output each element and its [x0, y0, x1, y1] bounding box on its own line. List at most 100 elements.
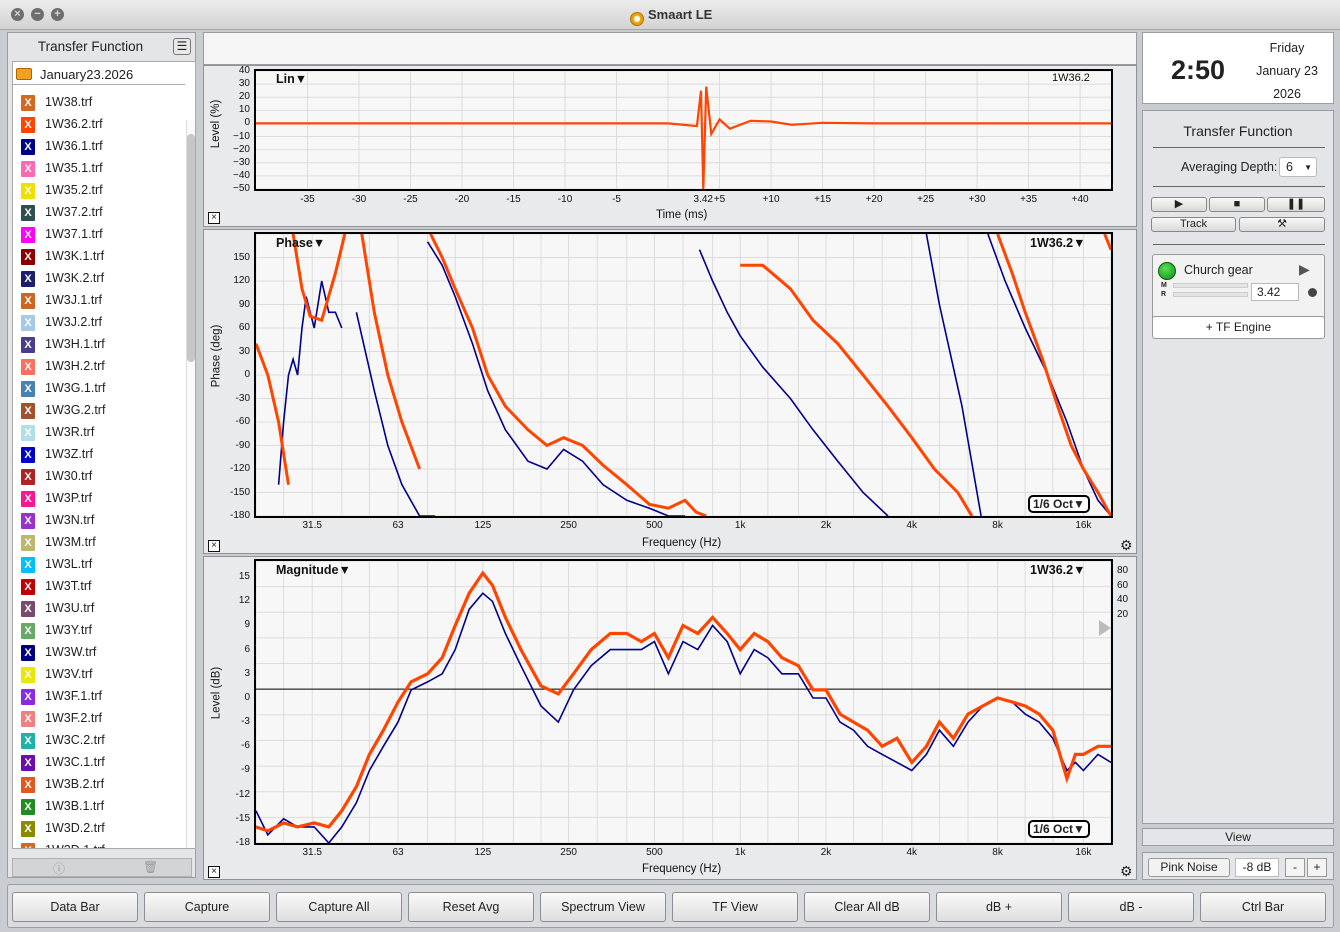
- file-list-item[interactable]: X 1W3C.2.trf: [21, 730, 186, 752]
- file-list-item[interactable]: X 1W3T.trf: [21, 576, 186, 598]
- level-increase-button[interactable]: +: [1307, 858, 1327, 877]
- magnitude-smoothing-dropdown[interactable]: 1/6 Oct▼: [1028, 820, 1090, 838]
- tf-view-button[interactable]: TF View: [672, 892, 798, 922]
- measurement-status-led-icon[interactable]: [1158, 262, 1176, 280]
- close-plot-icon[interactable]: ×: [208, 866, 220, 878]
- file-list-item[interactable]: X 1W37.1.trf: [21, 224, 186, 246]
- y-tick-label: -9: [241, 764, 250, 776]
- file-list-item[interactable]: X 1W3G.2.trf: [21, 400, 186, 422]
- file-list-item[interactable]: X 1W38.trf: [21, 92, 186, 114]
- gear-icon[interactable]: ⚙: [1120, 863, 1133, 880]
- file-list-item[interactable]: X 1W3W.trf: [21, 642, 186, 664]
- file-list-item[interactable]: X 1W3Y.trf: [21, 620, 186, 642]
- scrollbar-thumb[interactable]: [187, 134, 195, 362]
- file-list-item[interactable]: X 1W30.trf: [21, 466, 186, 488]
- file-list-item[interactable]: X 1W3D.2.trf: [21, 818, 186, 840]
- maximize-window-icon[interactable]: +: [51, 8, 64, 21]
- file-list-item[interactable]: X 1W35.2.trf: [21, 180, 186, 202]
- spectrum-view-button[interactable]: Spectrum View: [540, 892, 666, 922]
- magnitude-measurement-dropdown[interactable]: 1W36.2▼: [1030, 563, 1085, 577]
- x-tick-label: 16k: [1075, 847, 1092, 858]
- db-button[interactable]: dB +: [936, 892, 1062, 922]
- track-button[interactable]: Track: [1151, 217, 1236, 232]
- magnitude-plot[interactable]: [254, 559, 1113, 845]
- reset-avg-button[interactable]: Reset Avg: [408, 892, 534, 922]
- averaging-depth-select[interactable]: 6 ▼: [1279, 157, 1317, 177]
- add-tf-engine-button[interactable]: + TF Engine: [1152, 316, 1325, 339]
- phase-smoothing-dropdown[interactable]: 1/6 Oct▼: [1028, 495, 1090, 513]
- measurement-play-icon[interactable]: ▶: [1299, 261, 1310, 278]
- file-list-item[interactable]: X 1W3R.trf: [21, 422, 186, 444]
- file-list-item[interactable]: X 1W3K.2.trf: [21, 268, 186, 290]
- pink-noise-button[interactable]: Pink Noise: [1148, 858, 1230, 877]
- file-name: 1W3G.1.trf: [45, 381, 106, 395]
- file-list-item[interactable]: X 1W3F.1.trf: [21, 686, 186, 708]
- file-list[interactable]: January23.2026 X 1W38.trf X 1W36.2.trf X 1W36…: [12, 61, 196, 849]
- file-name: 1W3F.1.trf: [45, 689, 102, 703]
- file-browser-toolbar: ⓘ 🗑: [12, 858, 192, 877]
- x-tick-label: 2k: [820, 847, 832, 858]
- file-list-item[interactable]: X 1W3Z.trf: [21, 444, 186, 466]
- file-list-item[interactable]: X 1W3B.1.trf: [21, 796, 186, 818]
- phase-mode-dropdown[interactable]: Phase▼: [276, 236, 325, 250]
- file-list-item[interactable]: X 1W36.2.trf: [21, 114, 186, 136]
- file-list-item[interactable]: X 1W3H.2.trf: [21, 356, 186, 378]
- file-list-item[interactable]: X 1W3D.1.trf: [21, 840, 186, 848]
- file-list-item[interactable]: X 1W3G.1.trf: [21, 378, 186, 400]
- x-tick-label: 8k: [992, 520, 1003, 531]
- file-list-item[interactable]: X 1W3P.trf: [21, 488, 186, 510]
- magnitude-mode-dropdown[interactable]: Magnitude▼: [276, 563, 351, 577]
- tools-icon[interactable]: ⚒: [1239, 217, 1325, 232]
- pause-button[interactable]: ❚❚: [1267, 197, 1325, 212]
- gear-icon[interactable]: ⚙: [1120, 537, 1133, 554]
- close-window-icon[interactable]: ×: [11, 8, 24, 21]
- file-list-item[interactable]: X 1W3V.trf: [21, 664, 186, 686]
- phase-plot[interactable]: [254, 232, 1113, 518]
- file-list-item[interactable]: X 1W3N.trf: [21, 510, 186, 532]
- y-tick-label: -180: [229, 510, 250, 521]
- stop-button[interactable]: ■: [1209, 197, 1265, 212]
- file-list-item[interactable]: X 1W36.1.trf: [21, 136, 186, 158]
- pink-noise-level-field[interactable]: -8 dB: [1235, 858, 1279, 877]
- clear-all-db-button[interactable]: Clear All dB: [804, 892, 930, 922]
- delay-field[interactable]: 3.42: [1251, 283, 1299, 301]
- capture-button[interactable]: Capture: [144, 892, 270, 922]
- phase-measurement-dropdown[interactable]: 1W36.2▼: [1030, 236, 1085, 250]
- folder-row[interactable]: January23.2026: [13, 65, 185, 85]
- menu-icon[interactable]: ☰: [173, 38, 191, 55]
- file-name: 1W3R.trf: [45, 425, 95, 439]
- file-list-item[interactable]: X 1W3L.trf: [21, 554, 186, 576]
- file-list-item[interactable]: X 1W3U.trf: [21, 598, 186, 620]
- x-tick-label: 63: [392, 520, 404, 531]
- file-list-item[interactable]: X 1W3B.2.trf: [21, 774, 186, 796]
- impulse-plot[interactable]: [254, 69, 1113, 191]
- file-list-item[interactable]: X 1W3F.2.trf: [21, 708, 186, 730]
- coherence-handle-icon[interactable]: [1099, 620, 1111, 636]
- file-list-item[interactable]: X 1W3C.1.trf: [21, 752, 186, 774]
- ctrl-bar-button[interactable]: Ctrl Bar: [1200, 892, 1326, 922]
- close-plot-icon[interactable]: ×: [208, 212, 220, 224]
- phase-svg: [256, 234, 1111, 516]
- file-list-item[interactable]: X 1W35.1.trf: [21, 158, 186, 180]
- impulse-mode-dropdown[interactable]: Lin▼: [276, 72, 307, 86]
- title-bar: × − + ◉ Smaart LE: [0, 0, 1340, 30]
- info-icon[interactable]: ⓘ: [53, 860, 65, 877]
- y-tick-label: 30: [238, 345, 250, 357]
- view-button[interactable]: View: [1142, 828, 1334, 846]
- minimize-window-icon[interactable]: −: [31, 8, 44, 21]
- play-button[interactable]: ▶: [1151, 197, 1207, 212]
- file-list-item[interactable]: X 1W3H.1.trf: [21, 334, 186, 356]
- file-list-item[interactable]: X 1W3M.trf: [21, 532, 186, 554]
- file-list-item[interactable]: X 1W37.2.trf: [21, 202, 186, 224]
- level-decrease-button[interactable]: -: [1285, 858, 1305, 877]
- file-list-item[interactable]: X 1W3J.2.trf: [21, 312, 186, 334]
- close-plot-icon[interactable]: ×: [208, 540, 220, 552]
- file-list-item[interactable]: X 1W3K.1.trf: [21, 246, 186, 268]
- impulse-svg: [256, 71, 1111, 189]
- record-icon[interactable]: [1308, 288, 1317, 297]
- file-list-item[interactable]: X 1W3J.1.trf: [21, 290, 186, 312]
- trash-icon[interactable]: 🗑: [143, 860, 158, 874]
- db-button[interactable]: dB -: [1068, 892, 1194, 922]
- capture-all-button[interactable]: Capture All: [276, 892, 402, 922]
- data-bar-button[interactable]: Data Bar: [12, 892, 138, 922]
